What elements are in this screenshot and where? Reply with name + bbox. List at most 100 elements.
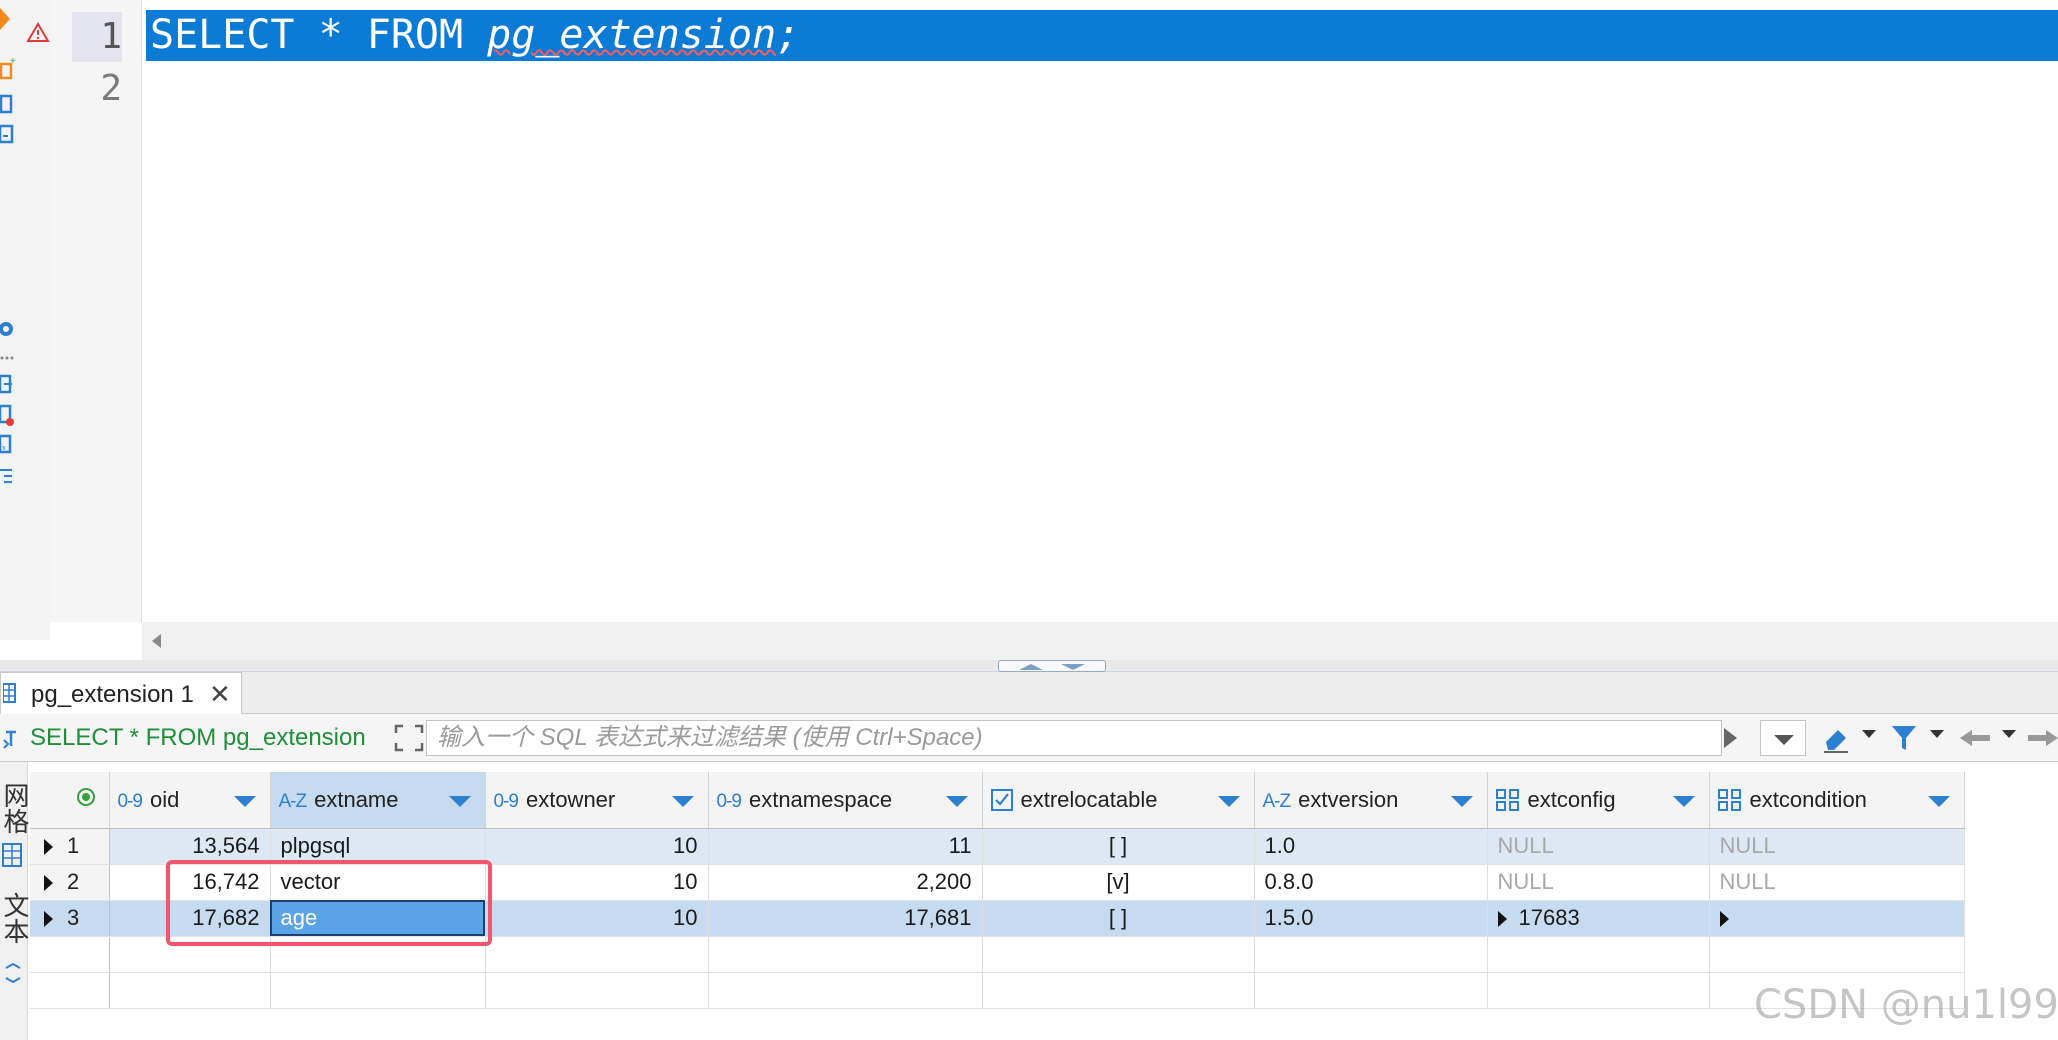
cell-extcondition[interactable]: NULL bbox=[1709, 828, 1965, 865]
cell-extconfig[interactable]: NULL bbox=[1487, 864, 1710, 901]
cell-extrelocatable[interactable]: [v] bbox=[982, 864, 1255, 901]
text-type-icon: A-Z bbox=[1262, 790, 1292, 812]
close-icon[interactable]: ✕ bbox=[209, 679, 231, 710]
grid-view-tab[interactable]: 网格 bbox=[0, 782, 29, 834]
column-header-extversion[interactable]: A-Z extversion bbox=[1254, 772, 1488, 829]
outline-icon[interactable] bbox=[0, 462, 20, 488]
forward-icon[interactable] bbox=[2028, 722, 2058, 754]
editor-side-toolbar: + x bbox=[0, 0, 50, 640]
chevron-down-icon[interactable] bbox=[1450, 796, 1473, 807]
splitter-handle[interactable] bbox=[998, 660, 1106, 672]
apply-filter-icon[interactable] bbox=[1724, 728, 1737, 748]
horizontal-scrollbar[interactable] bbox=[142, 622, 2058, 660]
column-header-extcondition[interactable]: extcondition bbox=[1709, 772, 1965, 829]
filter-input[interactable] bbox=[426, 720, 1722, 756]
column-name: extname bbox=[314, 786, 399, 812]
expand-filter-icon[interactable] bbox=[394, 724, 424, 752]
svg-text:+: + bbox=[10, 56, 16, 67]
cell-extowner[interactable]: 10 bbox=[485, 864, 709, 901]
expand-array-icon[interactable] bbox=[1497, 911, 1507, 927]
cell-extrelocatable[interactable]: [ ] bbox=[982, 828, 1255, 865]
chevron-down-icon[interactable] bbox=[1217, 796, 1240, 807]
cell-extname[interactable]: plpgsql bbox=[270, 828, 486, 865]
text-view-tab[interactable]: 文本 bbox=[0, 892, 29, 944]
cell-extowner[interactable]: 10 bbox=[485, 828, 709, 865]
sql-code-line-1[interactable]: SELECT * FROM pg_extension; bbox=[146, 10, 2058, 61]
settings-icon[interactable] bbox=[0, 316, 20, 342]
maximize-down-icon[interactable] bbox=[1061, 664, 1085, 670]
row-number[interactable]: 2 bbox=[30, 864, 110, 901]
panels-icon[interactable] bbox=[2, 962, 24, 984]
empty-cell bbox=[1487, 972, 1710, 1009]
sql-code-editor[interactable]: SELECT * FROM pg_extension; bbox=[142, 0, 2058, 622]
cell-extnamespace[interactable]: 2,200 bbox=[708, 864, 983, 901]
number-type-icon: 0-9 bbox=[716, 790, 742, 812]
tab-pg-extension-1[interactable]: pg_extension 1 ✕ bbox=[0, 672, 242, 715]
scroll-left-icon[interactable] bbox=[152, 634, 161, 648]
cell-extversion[interactable]: 1.0 bbox=[1254, 828, 1488, 865]
chevron-down-icon[interactable] bbox=[233, 796, 256, 807]
row-number bbox=[30, 936, 110, 973]
eraser-icon[interactable] bbox=[1822, 722, 1852, 754]
back-dropdown-icon[interactable] bbox=[2002, 730, 2016, 738]
chevron-down-icon[interactable] bbox=[448, 796, 471, 807]
column-header-extowner[interactable]: 0-9 extowner bbox=[485, 772, 709, 829]
column-header-extconfig[interactable]: extconfig bbox=[1487, 772, 1710, 829]
column-header-extname[interactable]: A-Z extname bbox=[270, 772, 486, 829]
select-all-header[interactable] bbox=[30, 772, 110, 829]
filter-dropdown-icon[interactable] bbox=[1930, 730, 1944, 738]
cell-extcondition[interactable]: NULL bbox=[1709, 864, 1965, 901]
key-number-icon: 0-9 bbox=[117, 790, 143, 812]
column-header-oid[interactable]: 0-9 oid bbox=[109, 772, 271, 829]
chevron-down-icon[interactable] bbox=[945, 796, 968, 807]
number-type-icon: 0-9 bbox=[493, 790, 519, 812]
cell-extrelocatable[interactable]: [ ] bbox=[982, 900, 1255, 937]
cell-extnamespace[interactable]: 11 bbox=[708, 828, 983, 865]
cell-extversion[interactable]: 1.5.0 bbox=[1254, 900, 1488, 937]
cell-oid[interactable]: 13,564 bbox=[109, 828, 271, 865]
panel-splitter[interactable] bbox=[0, 660, 2058, 672]
column-name: extversion bbox=[1298, 786, 1399, 812]
chevron-down-icon bbox=[1774, 735, 1794, 745]
variables-icon[interactable]: x bbox=[0, 432, 20, 458]
keyword-from: FROM bbox=[366, 12, 464, 58]
warning-icon bbox=[26, 22, 50, 42]
filter-history-dropdown[interactable] bbox=[1760, 720, 1806, 756]
query-text[interactable]: SELECT * FROM pg_extension bbox=[30, 724, 366, 752]
eraser-dropdown-icon[interactable] bbox=[1862, 730, 1876, 738]
grid-view-icon[interactable] bbox=[2, 842, 24, 868]
row-number[interactable]: 1 bbox=[30, 828, 110, 865]
cell-extversion[interactable]: 0.8.0 bbox=[1254, 864, 1488, 901]
line-number-gutter: 1 2 bbox=[50, 0, 142, 622]
cell-extcondition[interactable] bbox=[1709, 900, 1965, 937]
console-icon[interactable] bbox=[0, 122, 20, 148]
filter-toolbar: SELECT * FROM pg_extension bbox=[0, 714, 2058, 762]
chevron-down-icon[interactable] bbox=[1927, 796, 1950, 807]
cell-extowner[interactable]: 10 bbox=[485, 900, 709, 937]
table-row[interactable]: 1 13,564 plpgsql 10 11 [ ] 1.0 NULL NULL bbox=[30, 828, 1965, 865]
filter-icon[interactable] bbox=[1890, 722, 1918, 754]
chevron-down-icon[interactable] bbox=[1672, 796, 1695, 807]
script-icon[interactable] bbox=[0, 92, 20, 118]
column-name: oid bbox=[149, 786, 180, 812]
chevron-down-icon[interactable] bbox=[671, 796, 694, 807]
column-header-extnamespace[interactable]: 0-9 extnamespace bbox=[708, 772, 983, 829]
more-icon[interactable] bbox=[0, 344, 20, 370]
error-log-icon[interactable] bbox=[0, 402, 20, 428]
row-number[interactable]: 3 bbox=[30, 900, 110, 937]
cell-extconfig[interactable]: 17683 bbox=[1487, 900, 1710, 937]
tab-label: pg_extension 1 bbox=[31, 681, 194, 708]
export-icon[interactable] bbox=[0, 372, 20, 398]
array-type-icon bbox=[1717, 788, 1741, 811]
execute-icon[interactable] bbox=[0, 6, 20, 32]
result-tab-bar: pg_extension 1 ✕ bbox=[0, 672, 2058, 715]
expand-array-icon[interactable] bbox=[1719, 911, 1729, 927]
maximize-up-icon[interactable] bbox=[1019, 664, 1043, 670]
cell-extnamespace[interactable]: 17,681 bbox=[708, 900, 983, 937]
new-script-icon[interactable]: + bbox=[0, 56, 20, 82]
column-header-extrelocatable[interactable]: extrelocatable bbox=[982, 772, 1255, 829]
watermark: CSDN @nu1l998 bbox=[1754, 982, 2058, 1028]
row-marker-icon bbox=[44, 911, 53, 927]
cell-extconfig[interactable]: NULL bbox=[1487, 828, 1710, 865]
back-icon[interactable] bbox=[1958, 722, 1992, 754]
